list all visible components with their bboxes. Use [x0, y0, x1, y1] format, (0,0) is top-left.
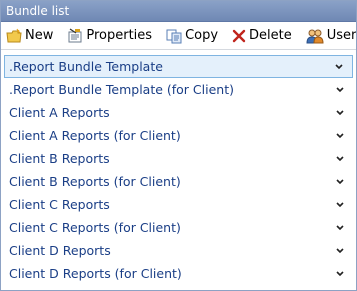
delete-x-icon	[232, 29, 246, 42]
users-icon	[306, 29, 324, 43]
chevron-down-icon[interactable]	[335, 63, 343, 70]
bundle-item-label: Client C Reports (for Client)	[9, 220, 181, 235]
bundle-list-panel: Bundle list New Properties Copy Delete U…	[0, 0, 357, 291]
copy-label: Copy	[185, 28, 219, 43]
bundle-list-item[interactable]: .Report Bundle Template (for Client)	[4, 78, 353, 101]
bundle-item-label: .Report Bundle Template	[9, 59, 163, 74]
chevron-down-icon[interactable]	[336, 132, 344, 139]
bundle-list-item[interactable]: Client D Reports	[4, 239, 353, 262]
bundle-item-label: Client D Reports	[9, 243, 111, 258]
bundle-list-item[interactable]: Client B Reports (for Client)	[4, 170, 353, 193]
chevron-down-icon[interactable]	[336, 109, 344, 116]
delete-button[interactable]: Delete	[229, 25, 296, 47]
panel-title: Bundle list	[1, 1, 356, 22]
chevron-down-icon[interactable]	[336, 86, 344, 93]
bundle-list-item[interactable]: Client C Reports (for Client)	[4, 216, 353, 239]
chevron-down-icon[interactable]	[336, 224, 344, 231]
bundle-list: .Report Bundle Template .Report Bundle Te…	[4, 55, 353, 285]
users-label: Users	[326, 28, 357, 43]
bundle-item-label: Client C Reports	[9, 197, 110, 212]
bundle-list-item[interactable]: Client A Reports	[4, 101, 353, 124]
bundle-list-item[interactable]: Client D Reports (for Client)	[4, 262, 353, 285]
chevron-down-icon[interactable]	[336, 178, 344, 185]
properties-label: Properties	[86, 28, 153, 43]
bundle-item-label: Client B Reports (for Client)	[9, 174, 181, 189]
bundle-item-label: Client B Reports	[9, 151, 110, 166]
bundle-list-item[interactable]: Client B Reports	[4, 147, 353, 170]
new-button[interactable]: New	[3, 25, 57, 47]
chevron-down-icon[interactable]	[336, 201, 344, 208]
copy-button[interactable]: Copy	[163, 25, 222, 47]
chevron-down-icon[interactable]	[336, 247, 344, 254]
bundle-list-item[interactable]: Client C Reports	[4, 193, 353, 216]
new-folder-icon	[6, 28, 22, 42]
delete-label: Delete	[249, 28, 292, 43]
chevron-down-icon[interactable]	[336, 155, 344, 162]
users-button[interactable]: Users	[303, 25, 357, 47]
bundle-item-label: Client A Reports (for Client)	[9, 128, 181, 143]
toolbar: New Properties Copy Delete User	[1, 22, 356, 50]
properties-button[interactable]: Properties	[64, 25, 156, 47]
bundle-list-item[interactable]: Client A Reports (for Client)	[4, 124, 353, 147]
bundle-item-label: Client A Reports	[9, 105, 110, 120]
new-label: New	[25, 28, 54, 43]
bundle-item-label: Client D Reports (for Client)	[9, 266, 182, 281]
copy-icon	[166, 29, 182, 43]
bundle-list-item[interactable]: .Report Bundle Template	[4, 55, 353, 78]
properties-icon	[68, 28, 82, 42]
chevron-down-icon[interactable]	[336, 270, 344, 277]
bundle-item-label: .Report Bundle Template (for Client)	[9, 82, 234, 97]
